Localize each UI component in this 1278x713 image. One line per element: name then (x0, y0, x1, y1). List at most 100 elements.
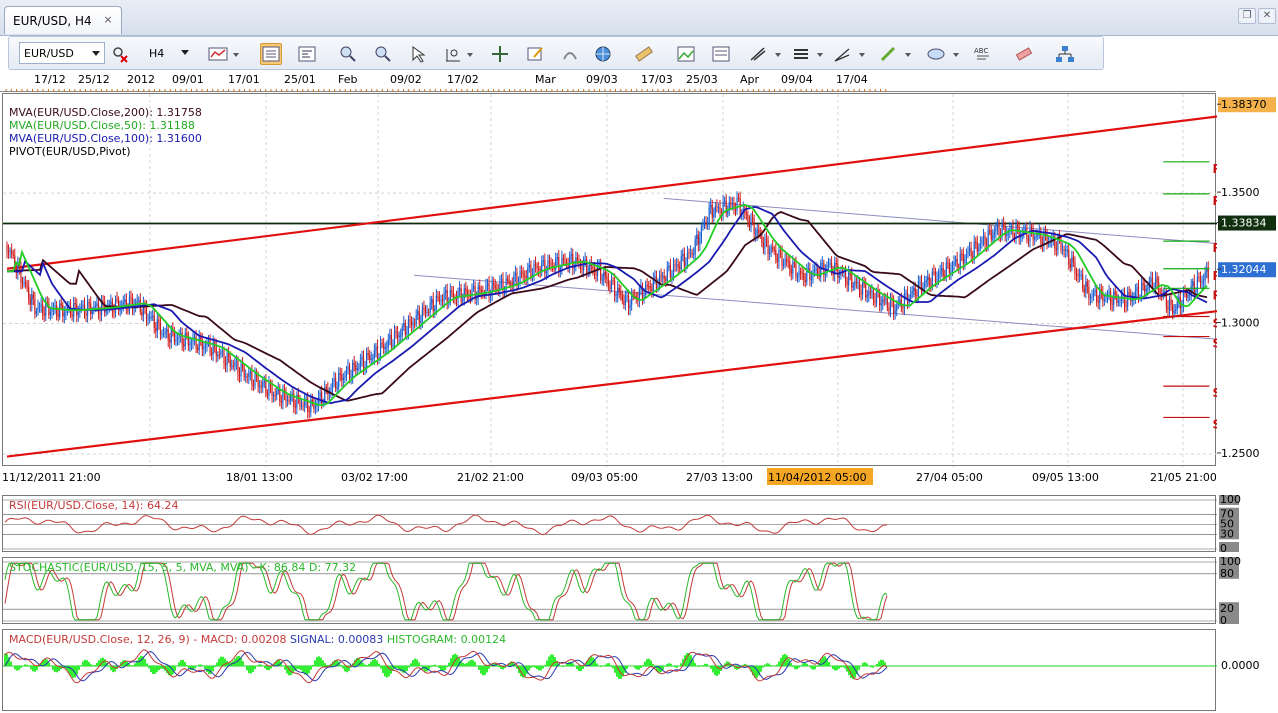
price-panel[interactable]: R4R3R2R1PS1S2S3S4 MVA(EUR/USD.Close,200)… (2, 93, 1278, 467)
histogram-bar (882, 659, 884, 666)
price-label: 1.38370 (1221, 98, 1267, 111)
rsi-chart (3, 499, 1217, 550)
macd-histogram: HISTOGRAM: 0.00124 (386, 633, 507, 646)
objects-icon[interactable] (1054, 43, 1076, 65)
candle-body (29, 298, 31, 305)
candle-body (1137, 286, 1140, 298)
histogram-bar (666, 664, 668, 666)
candle-body (237, 361, 239, 374)
eraser-icon[interactable] (1013, 43, 1035, 65)
timeframe-select[interactable]: H4 (145, 42, 193, 64)
candle-body (91, 311, 93, 315)
nav-axis-label: 25/03 (686, 73, 718, 86)
candle-body (755, 234, 757, 236)
stochastic-panel[interactable]: STOCHASTIC(EUR/USD, 15, 5, 5, MVA, MVA) … (2, 557, 1217, 624)
lines-icon[interactable] (831, 43, 853, 65)
candle-body (885, 298, 887, 300)
histogram-bar (372, 659, 374, 666)
restore-window-icon[interactable]: ❐ (1238, 8, 1256, 24)
image-icon[interactable] (675, 43, 697, 65)
globe-icon[interactable] (592, 43, 614, 65)
histogram-bar (130, 665, 132, 666)
macd-value: MACD: 0.00208 (200, 633, 287, 646)
symbol-select[interactable]: EUR/USD (19, 42, 105, 64)
magnifier-icon[interactable] (442, 43, 464, 65)
data-window-icon[interactable] (296, 43, 318, 65)
histogram-bar (252, 666, 254, 672)
chart-type-icon[interactable] (207, 43, 229, 65)
histogram-bar (10, 661, 12, 666)
candle-body (1145, 289, 1147, 292)
candle-body (676, 264, 678, 266)
indicators-icon[interactable] (260, 43, 282, 65)
candle-body (373, 350, 375, 359)
chart-tab[interactable]: EUR/USD, H4 × (4, 6, 122, 34)
histogram-bar (718, 666, 720, 675)
candle-body (962, 253, 964, 264)
candle-body (782, 264, 785, 266)
candle-body (128, 296, 131, 311)
histogram-bar (668, 663, 670, 666)
candle-body (942, 267, 944, 277)
candle-body (28, 286, 30, 299)
candle-body (302, 405, 304, 407)
candle-body (798, 271, 800, 276)
cursor-icon[interactable] (407, 43, 429, 65)
histogram-bar (268, 666, 270, 671)
histogram-bar (378, 663, 380, 666)
candle-body (308, 411, 310, 413)
signal-icon[interactable] (559, 43, 581, 65)
legend-ma50: MVA(EUR/USD.Close,50): 1.31188 (9, 119, 195, 132)
histogram-bar (770, 664, 772, 666)
candle-body (629, 304, 631, 309)
ellipse-icon[interactable] (925, 43, 947, 65)
candle-body (761, 234, 763, 244)
close-window-icon[interactable]: ✕ (1258, 8, 1276, 24)
nav-axis-label: 09/04 (781, 73, 813, 86)
histogram-bar (704, 663, 706, 666)
candle-body (569, 256, 571, 267)
candle-body (192, 339, 194, 343)
candle-body (807, 268, 809, 270)
histogram-bar (432, 665, 434, 666)
levels-icon[interactable] (790, 43, 812, 65)
candle-body (1055, 248, 1057, 251)
tab-close-icon[interactable]: × (101, 13, 115, 27)
candle-body (59, 303, 61, 317)
pencil-icon[interactable] (877, 43, 899, 65)
zoom-out-icon[interactable] (372, 43, 394, 65)
candle-body (882, 299, 884, 304)
candle-body (1185, 292, 1188, 298)
remove-icon[interactable] (109, 43, 131, 65)
candle-body (54, 305, 56, 308)
ruler-icon[interactable] (633, 43, 655, 65)
candle-body (838, 275, 840, 278)
candle-body (702, 225, 704, 227)
candle-body (1024, 228, 1026, 231)
text-icon[interactable]: ABC (972, 43, 994, 65)
crosshair-icon[interactable] (489, 43, 511, 65)
candle-body (688, 252, 690, 254)
rsi-panel[interactable]: RSI(EUR/USD.Close, 14): 64.24 (2, 495, 1217, 552)
candle-body (445, 290, 447, 293)
candle-body (660, 275, 662, 277)
candle-body (420, 321, 422, 323)
candle-body (223, 350, 225, 363)
candle-body (829, 262, 831, 265)
candle-body (1192, 281, 1194, 286)
candle-body (279, 388, 281, 402)
candle-body (857, 281, 859, 283)
zoom-in-icon[interactable] (337, 43, 359, 65)
histogram-bar (596, 663, 598, 666)
candle-body (993, 231, 995, 236)
navigator-axis-svg: 17/12 25/12 2012 09/01 17/01 25/01 Feb 09/02 17/… (5, 73, 887, 92)
properties-icon[interactable] (524, 43, 546, 65)
draw-tools-icon[interactable] (747, 43, 769, 65)
histogram-bar (316, 657, 318, 666)
candle-body (358, 367, 360, 369)
candle-body (229, 356, 231, 367)
candle-body (156, 319, 158, 332)
macd-panel[interactable]: MACD(EUR/USD.Close, 12, 26, 9) - MACD: 0… (2, 629, 1217, 711)
candle-body (400, 335, 402, 337)
template-icon[interactable] (710, 43, 732, 65)
